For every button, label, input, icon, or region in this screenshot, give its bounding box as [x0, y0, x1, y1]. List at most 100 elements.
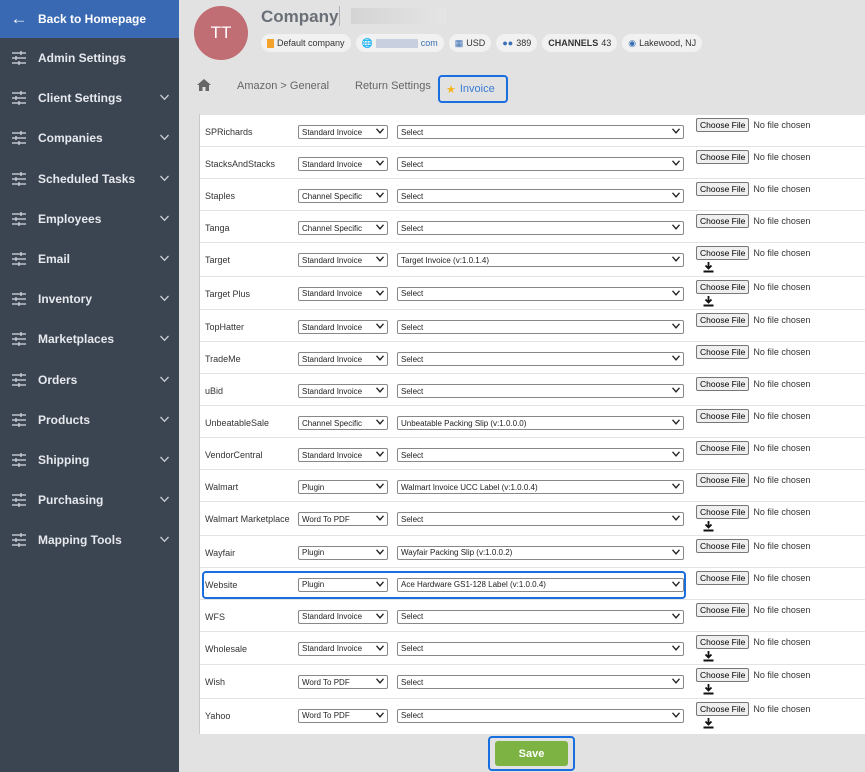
invoice-template-select[interactable]: Select	[397, 448, 684, 462]
sidebar-item[interactable]: Marketplaces	[0, 319, 179, 359]
chevron-down-icon	[160, 374, 169, 385]
file-status: No file chosen	[753, 216, 811, 226]
invoice-type-select[interactable]: Standard Invoice	[298, 448, 388, 462]
choose-file-button[interactable]: Choose File	[696, 377, 750, 391]
invoice-type-select[interactable]: Plugin	[298, 480, 388, 494]
invoice-type-select[interactable]: Channel Specific	[298, 221, 388, 235]
invoice-type-select[interactable]: Standard Invoice	[298, 641, 388, 656]
download-icon[interactable]	[703, 684, 714, 698]
home-icon[interactable]	[197, 79, 211, 94]
invoice-type-value: Standard Invoice	[302, 386, 363, 396]
invoice-template-select[interactable]: Select	[397, 157, 684, 171]
tab-amazon-general[interactable]: Amazon > General	[237, 80, 329, 92]
invoice-template-select[interactable]: Select	[397, 609, 684, 624]
invoice-template-select[interactable]: Select	[397, 384, 684, 398]
choose-file-button[interactable]: Choose File	[696, 182, 750, 196]
table-row: Yahoo Word To PDF Select Choose File No file…	[200, 697, 865, 732]
sidebar-item[interactable]: Orders	[0, 360, 179, 400]
invoice-type-select[interactable]: Standard Invoice	[298, 286, 388, 301]
chevron-down-icon	[160, 535, 169, 546]
chevron-down-icon	[160, 495, 169, 506]
sidebar-item[interactable]: Mapping Tools	[0, 520, 179, 560]
choose-file-button[interactable]: Choose File	[696, 150, 750, 164]
invoice-type-select[interactable]: Plugin	[298, 545, 388, 560]
invoice-type-select[interactable]: Standard Invoice	[298, 352, 388, 366]
invoice-type-select[interactable]: Standard Invoice	[298, 157, 388, 171]
choose-file-button[interactable]: Choose File	[696, 214, 750, 228]
back-to-homepage-link[interactable]: ← Back to Homepage	[0, 0, 179, 38]
invoice-template-select[interactable]: Unbeatable Packing Slip (v:1.0.0.0)	[397, 416, 684, 430]
sidebar-item[interactable]: Inventory	[0, 279, 179, 319]
choose-file-button[interactable]: Choose File	[696, 246, 750, 260]
invoice-type-select[interactable]: Channel Specific	[298, 416, 388, 430]
invoice-template-select[interactable]: Walmart Invoice UCC Label (v:1.0.0.4)	[397, 480, 684, 494]
invoice-template-select[interactable]: Select	[397, 221, 684, 235]
invoice-template-select[interactable]: Select	[397, 641, 684, 656]
invoice-template-select[interactable]: Select	[397, 675, 684, 689]
choose-file-button[interactable]: Choose File	[696, 634, 750, 649]
invoice-template-select[interactable]: Select	[397, 286, 684, 301]
sidebar-item[interactable]: Employees	[0, 199, 179, 239]
choose-file-button[interactable]: Choose File	[696, 701, 750, 716]
choose-file-button[interactable]: Choose File	[696, 279, 750, 294]
sidebar-item[interactable]: Client Settings	[0, 78, 179, 118]
back-label: Back to Homepage	[38, 12, 147, 26]
invoice-type-select[interactable]: Standard Invoice	[298, 125, 388, 139]
invoice-type-select[interactable]: Standard Invoice	[298, 320, 388, 334]
save-button[interactable]: Save	[495, 741, 568, 766]
choose-file-button[interactable]: Choose File	[696, 602, 750, 617]
choose-file-button[interactable]: Choose File	[696, 473, 750, 487]
invoice-type-select[interactable]: Standard Invoice	[298, 253, 388, 267]
choose-file-button[interactable]: Choose File	[696, 345, 750, 359]
sidebar-item[interactable]: Scheduled Tasks	[0, 159, 179, 199]
tab-return-settings[interactable]: Return Settings	[355, 80, 431, 92]
sidebar-item[interactable]: Products	[0, 400, 179, 440]
download-icon[interactable]	[703, 521, 714, 535]
invoice-type-select[interactable]: Word To PDF	[298, 675, 388, 689]
choose-file-button[interactable]: Choose File	[696, 505, 750, 519]
invoice-template-select[interactable]: Select	[397, 512, 684, 526]
invoice-type-select[interactable]: Channel Specific	[298, 189, 388, 203]
invoice-template-value: Walmart Invoice UCC Label (v:1.0.0.4)	[401, 482, 538, 492]
invoice-type-select[interactable]: Standard Invoice	[298, 384, 388, 398]
choose-file-button[interactable]: Choose File	[696, 538, 750, 553]
invoice-template-select[interactable]: Wayfair Packing Slip (v:1.0.0.2)	[397, 545, 684, 560]
settings-tabs: Amazon > General Return Settings ★ Invoi…	[189, 72, 865, 104]
sliders-icon	[0, 211, 38, 226]
choose-file-button[interactable]: Choose File	[696, 313, 750, 327]
users-chip: ●● 389	[496, 34, 538, 52]
invoice-type-value: Standard Invoice	[302, 450, 363, 460]
download-icon[interactable]	[703, 650, 714, 665]
sidebar-item-label: Employees	[38, 211, 102, 226]
choose-file-button[interactable]: Choose File	[696, 441, 750, 455]
invoice-template-select[interactable]: Select	[397, 125, 684, 139]
invoice-template-select[interactable]: Select	[397, 320, 684, 334]
invoice-template-select[interactable]: Select	[397, 352, 684, 366]
choose-file-button[interactable]: Choose File	[696, 409, 750, 423]
download-icon[interactable]	[703, 717, 714, 732]
invoice-type-select[interactable]: Standard Invoice	[298, 609, 388, 624]
invoice-template-select[interactable]: Select	[397, 189, 684, 203]
choose-file-button[interactable]: Choose File	[696, 118, 750, 132]
table-row: Tanga Channel Specific Select Choose File No…	[200, 210, 865, 242]
choose-file-button[interactable]: Choose File	[696, 570, 750, 585]
channel-name: Target Plus	[205, 288, 251, 299]
invoice-template-select[interactable]: Target Invoice (v:1.0.1.4)	[397, 253, 684, 267]
choose-file-button[interactable]: Choose File	[696, 668, 750, 682]
invoice-type-value: Standard Invoice	[302, 255, 363, 265]
tab-invoice[interactable]: ★ Invoice	[438, 75, 508, 103]
invoice-type-select[interactable]: Word To PDF	[298, 512, 388, 526]
download-icon[interactable]	[703, 295, 714, 310]
file-status: No file chosen	[753, 604, 811, 615]
sidebar-item[interactable]: Admin Settings	[0, 38, 179, 78]
sidebar-item[interactable]: Email	[0, 239, 179, 279]
sidebar-item-label: Client Settings	[38, 91, 123, 106]
invoice-type-select[interactable]: Word To PDF	[298, 708, 388, 723]
sidebar-item[interactable]: Companies	[0, 118, 179, 158]
invoice-template-select[interactable]: Select	[397, 708, 684, 723]
download-icon[interactable]	[703, 262, 714, 276]
website-chip[interactable]: 🌐 com	[355, 34, 444, 52]
file-upload: Choose File No file chosen	[696, 409, 810, 423]
sidebar-item[interactable]: Purchasing	[0, 480, 179, 520]
sidebar-item[interactable]: Shipping	[0, 440, 179, 480]
